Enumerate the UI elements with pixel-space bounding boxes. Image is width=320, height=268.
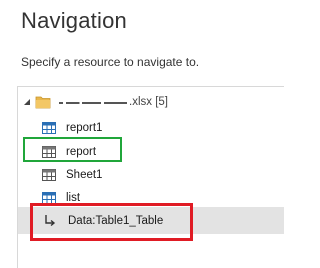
tree-item-label: report1 [66,122,103,134]
tree-item-report1[interactable]: report1 [42,117,102,139]
page-title: Navigation [21,8,127,33]
tree-item-label: Data:Table1_Table [68,214,164,227]
page-subtitle: Specify a resource to navigate to. [21,55,200,69]
file-name-label: .xlsx [5] [59,96,168,108]
tree-item-label: list [66,192,81,204]
tree-root-file[interactable]: .xlsx [5] [18,91,168,113]
tree-item-sheet1[interactable]: Sheet1 [42,164,102,186]
child-arrow-icon [44,214,56,228]
tree-item-report[interactable]: report [42,141,96,163]
table-icon [42,169,56,181]
tree-item-label: report [66,146,97,158]
table-icon [42,192,56,204]
collapse-caret-icon[interactable] [21,96,33,108]
redacted-text [59,97,127,105]
table-icon [42,122,56,134]
table-icon [42,146,56,158]
navigator-tree[interactable]: .xlsx [5] report1 report Sheet1 list Dat… [17,86,284,268]
tree-item-data-table1-table[interactable]: Data:Table1_Table [18,207,284,234]
tree-item-label: Sheet1 [66,169,103,181]
tree-item-list[interactable]: list [42,187,80,209]
folder-icon [35,95,51,109]
